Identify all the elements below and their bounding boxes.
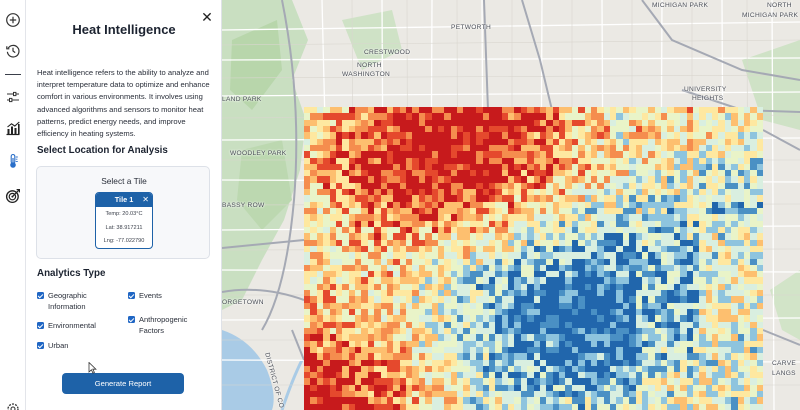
checkbox-urban[interactable]: Urban xyxy=(37,341,122,352)
checkbox-label: Events xyxy=(139,291,162,300)
checkbox-environmental[interactable]: Environmental xyxy=(37,321,122,332)
map-label-crestwood: CRESTWOOD xyxy=(364,49,411,56)
heat-tile-grid[interactable] xyxy=(304,107,763,410)
map-view[interactable]: MICHIGAN PARK NORTH MICHIGAN PARK PETWOR… xyxy=(222,0,800,410)
map-label-north-michigan-park-1: NORTH xyxy=(767,2,792,9)
map-label-georgetown: ORGETOWN xyxy=(222,299,264,306)
tile-selector-title: Select a Tile xyxy=(101,176,147,186)
panel-description: Heat intelligence refers to the ability … xyxy=(37,68,210,139)
map-label-university-heights-1: UNIVERSITY xyxy=(684,86,727,93)
checkbox-label: Anthropogenic Factors xyxy=(139,315,188,335)
checkbox-label: Urban xyxy=(48,341,69,350)
checkbox-label: Geographic Information xyxy=(48,291,87,311)
mouse-cursor-icon xyxy=(88,362,97,374)
checkbox-anthropogenic[interactable]: Anthropogenic Factors xyxy=(128,315,192,336)
panel-title: Heat Intelligence xyxy=(72,22,176,37)
tile-card-title: Tile 1 xyxy=(114,195,134,204)
map-label-land-park: LAND PARK xyxy=(222,96,262,103)
heat-intelligence-panel: Heat Intelligence ✕ Heat intelligence re… xyxy=(26,0,222,410)
map-label-bassy-row: BASSY ROW xyxy=(222,202,265,209)
history-icon[interactable] xyxy=(3,41,23,61)
checkbox-checked-icon xyxy=(37,342,44,349)
tile-lat: Lat: 38.917211 xyxy=(105,224,143,231)
filter-sliders-icon[interactable] xyxy=(3,87,23,107)
tile-card[interactable]: Tile 1 ✕ Temp: 20.03°C Lat: 38.917211 Ln… xyxy=(95,192,153,249)
tile-card-header: Tile 1 ✕ xyxy=(96,193,152,207)
checkbox-checked-icon xyxy=(37,322,44,329)
location-section-title: Select Location for Analysis xyxy=(37,145,168,156)
target-icon[interactable] xyxy=(3,186,23,206)
checkbox-geographic[interactable]: Geographic Information xyxy=(37,291,122,312)
close-icon[interactable]: ✕ xyxy=(200,10,214,24)
checkbox-checked-icon xyxy=(37,292,44,299)
checkbox-label: Environmental xyxy=(48,321,96,330)
map-label-woodley-park: WOODLEY PARK xyxy=(230,150,287,157)
map-label-north-michigan-park-2: MICHIGAN PARK xyxy=(742,12,799,19)
left-icon-rail xyxy=(0,0,26,410)
map-label-north-washington-1: NORTH xyxy=(357,62,382,69)
analytics-section-title: Analytics Type xyxy=(37,268,106,279)
thermometer-icon[interactable] xyxy=(3,151,23,171)
tile-selector: Select a Tile Tile 1 ✕ Temp: 20.03°C Lat… xyxy=(36,166,210,259)
tile-lng: Lng: -77.022790 xyxy=(103,238,145,244)
tile-temp: Temp: 20.03°C xyxy=(105,211,143,217)
heat-tile[interactable] xyxy=(756,403,763,410)
rail-divider xyxy=(5,74,21,75)
generate-report-button[interactable]: Generate Report xyxy=(62,373,184,394)
checkbox-checked-icon xyxy=(128,292,135,299)
map-label-carver-langston-1: CARVE xyxy=(772,360,797,367)
bar-chart-icon[interactable] xyxy=(3,118,23,138)
map-label-michigan-park: MICHIGAN PARK xyxy=(652,2,709,9)
checkbox-checked-icon xyxy=(128,316,135,323)
map-label-carver-langston-2: LANGS xyxy=(772,370,796,377)
gear-icon[interactable] xyxy=(3,399,23,410)
map-label-petworth: PETWORTH xyxy=(451,24,492,31)
map-label-north-washington-2: WASHINGTON xyxy=(342,71,391,78)
map-label-university-heights-2: HEIGHTS xyxy=(692,95,724,102)
tile-remove-icon[interactable]: ✕ xyxy=(142,193,149,206)
checkbox-events[interactable]: Events xyxy=(128,291,208,302)
add-icon[interactable] xyxy=(3,10,23,30)
